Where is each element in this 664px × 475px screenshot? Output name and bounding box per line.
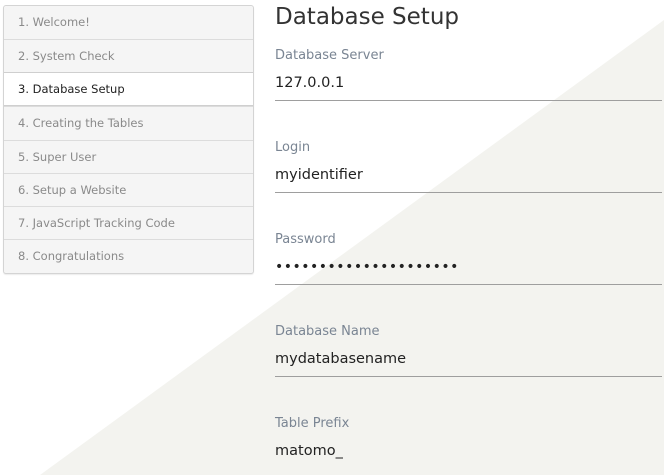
table-prefix-field: Table Prefix matomo_ <box>275 416 662 469</box>
login-field: Login myidentifier <box>275 140 662 193</box>
step-congratulations[interactable]: 8. Congratulations <box>4 239 253 273</box>
step-tracking-code[interactable]: 7. JavaScript Tracking Code <box>4 206 253 240</box>
step-welcome[interactable]: 1. Welcome! <box>4 6 253 39</box>
database-server-input[interactable]: 127.0.0.1 <box>275 75 662 101</box>
table-prefix-label: Table Prefix <box>275 416 350 431</box>
database-server-field: Database Server 127.0.0.1 <box>275 48 662 101</box>
step-super-user[interactable]: 5. Super User <box>4 139 253 173</box>
step-setup-website[interactable]: 6. Setup a Website <box>4 172 253 207</box>
step-creating-tables[interactable]: 4. Creating the Tables <box>4 106 253 140</box>
database-name-field: Database Name mydatabasename <box>275 324 662 377</box>
installation-steps-menu: 1. Welcome! 2. System Check 3. Database … <box>3 5 254 274</box>
database-server-label: Database Server <box>275 48 384 63</box>
login-input[interactable]: myidentifier <box>275 167 662 193</box>
password-input[interactable]: ••••••••••••••••••••• <box>275 259 662 285</box>
page-title: Database Setup <box>275 4 459 30</box>
password-label: Password <box>275 232 336 247</box>
password-field: Password ••••••••••••••••••••• <box>275 232 662 285</box>
database-name-input[interactable]: mydatabasename <box>275 351 662 377</box>
database-name-label: Database Name <box>275 324 380 339</box>
step-system-check[interactable]: 2. System Check <box>4 39 253 73</box>
step-database-setup[interactable]: 3. Database Setup <box>4 72 253 107</box>
table-prefix-input[interactable]: matomo_ <box>275 443 662 469</box>
login-label: Login <box>275 140 311 155</box>
